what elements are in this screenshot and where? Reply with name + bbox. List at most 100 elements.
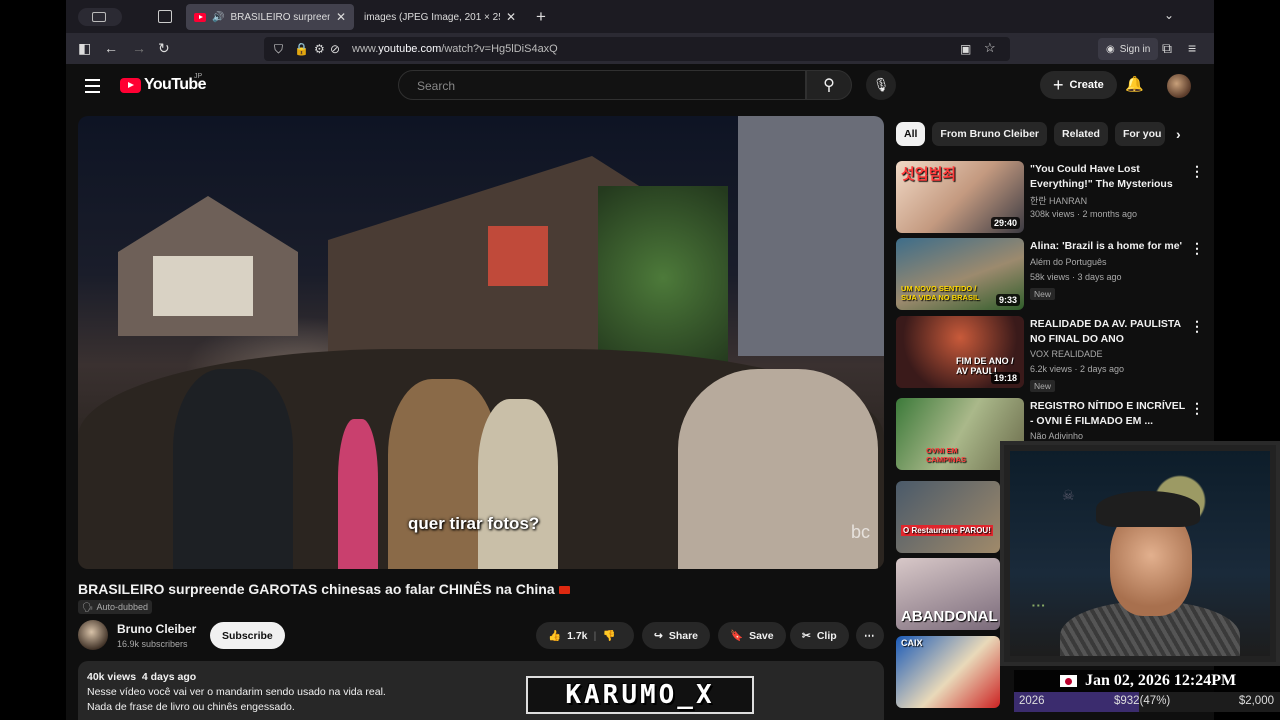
recommendation-item[interactable]: FIM DE ANO / AV PAULI 19:18 REALIDADE DA… [896,316,1204,392]
extensions-icon[interactable]: ⧉ [1162,40,1172,56]
guide-menu-icon[interactable] [85,79,100,97]
recommendation-item[interactable]: 섯업범죄 29:40 "You Could Have Lost Everythi… [896,161,1204,233]
goal-current: $932(47%) [1114,695,1171,707]
share-button[interactable]: ↪ Share [642,622,710,649]
bookmark-star-icon[interactable]: ☆ [984,40,996,56]
tab-manager-icon[interactable] [158,10,172,23]
more-vert-icon[interactable]: ⋮ [1190,164,1204,178]
chip-related[interactable]: Related [1054,122,1108,146]
new-tab-button[interactable]: + [536,7,546,27]
speaker-icon[interactable]: 🔊 [212,12,224,23]
shield-icon[interactable]: ⛉ [274,41,283,57]
notifications-bell-icon[interactable]: 🔔 [1125,75,1144,93]
chip-for-you[interactable]: For you [1114,122,1166,146]
recommendation-channel[interactable]: Além do Português [1030,257,1107,267]
new-badge: New [1030,288,1056,300]
camera-blocked-icon[interactable]: ⊘ [330,41,340,57]
like-icon[interactable]: 👍 [548,629,561,642]
more-vert-icon[interactable]: ⋮ [1190,319,1204,333]
clip-button[interactable]: ✂ Clip [790,622,849,649]
subscriber-count: 16.9k subscribers [117,639,188,649]
like-count[interactable]: 1.7k [567,630,587,642]
description-box[interactable]: 40k views 4 days ago Nesse vídeo você va… [78,661,884,720]
china-flag-icon [558,586,570,594]
sidebar-icon[interactable]: ◧ [78,40,91,56]
streamer-cap [1096,491,1200,527]
dislike-icon[interactable]: 👎 [602,629,615,642]
search-input[interactable]: Search [398,70,806,100]
video-thumbnail[interactable]: 섯업범죄 29:40 [896,161,1024,233]
duration-badge: 19:18 [990,372,1020,384]
tab-images[interactable]: images (JPEG Image, 201 × 251 pixels) ✕ [356,4,524,30]
address-bar[interactable]: ⛉ 🔒 ⚙ ⊘ www.youtube.com/watch?v=Hg5lDiS4… [264,37,1010,61]
close-tab-icon[interactable]: ✕ [506,10,516,24]
menu-icon[interactable]: ≡ [1188,40,1196,56]
tab-youtube[interactable]: 🔊 BRASILEIRO surpreende GAROTAS chinesas… [186,4,354,30]
channel-avatar[interactable] [78,620,108,650]
video-thumbnail[interactable]: ABANDONAL [896,558,1000,630]
recommendation-title[interactable]: REALIDADE DA AV. PAULISTA NO FINAL DO AN… [1030,317,1188,347]
chip-from-channel[interactable]: From Bruno Cleiber [932,122,1048,146]
recommendation-title[interactable]: "You Could Have Lost Everything!" The My… [1030,162,1188,192]
close-tab-icon[interactable]: ✕ [336,10,346,24]
video-thumbnail[interactable]: CAIX [896,636,1000,708]
recommendation-channel[interactable]: 한란 HANRAN [1030,194,1087,207]
picture-icon[interactable]: ▣ [960,41,971,57]
description-meta: 40k views 4 days ago [87,671,197,683]
streamer-logo-overlay: KARUMO_X [526,676,754,714]
more-vert-icon[interactable]: ⋮ [1190,401,1204,415]
video-thumbnail[interactable]: O Restaurante PAROU! [896,481,1000,553]
video-player[interactable]: quer tirar fotos? bc [78,116,884,569]
more-vert-icon[interactable]: ⋮ [1190,241,1204,255]
video-thumbnail[interactable]: UM NOVO SENTIDO / SUA VIDA NO BRASIL 9:3… [896,238,1024,310]
chip-all[interactable]: All [896,122,926,146]
tab-label: images (JPEG Image, 201 × 251 pixels) [364,11,500,23]
goal-year: 2026 [1019,695,1045,707]
tab-label: BRASILEIRO surpreende GAROTAS chinesas a… [230,11,329,23]
new-badge: New [1030,380,1056,392]
recommendation-meta: 6.2k views · 2 days ago [1030,364,1125,374]
back-arrow-icon[interactable]: ← [104,40,118,56]
channel-name[interactable]: Bruno Cleiber [117,622,196,636]
subscribe-button[interactable]: Subscribe [210,622,285,649]
decor-dots: ▪▪▪ [1032,601,1047,610]
lock-icon[interactable]: 🔒 [294,41,309,57]
dub-icon: 🗣 [82,601,94,612]
sidebar-toggle-button[interactable] [78,8,122,26]
person-dark-jacket [173,369,293,569]
video-subtitle: quer tirar fotos? [408,514,540,533]
tab-list-chevron-icon[interactable]: ⌄ [1164,8,1174,22]
sign-in-button[interactable]: ◉ Sign in [1098,38,1159,60]
like-dislike-group: 👍 1.7k | 👎 [536,622,634,649]
filter-chips: All From Bruno Cleiber Related For you [896,122,1166,146]
webcam-feed: ☠ ▪▪▪ [1010,451,1270,656]
reload-icon[interactable]: ↻ [158,40,170,56]
recommendation-channel[interactable]: Não Adivinho [1030,431,1083,441]
thumbnail-text: UM NOVO SENTIDO / SUA VIDA NO BRASIL [901,284,980,302]
thumbnail-text: 섯업범죄 [901,166,957,183]
permissions-icon[interactable]: ⚙ [314,41,325,57]
account-avatar[interactable] [1167,74,1191,98]
shop-sign [488,226,548,286]
search-button[interactable]: ⚲ [806,70,852,100]
bookmark-icon: 🔖 [730,630,744,642]
recommendation-title[interactable]: Alina: 'Brazil is a home for me' [1030,239,1188,254]
donation-goal-bar: 2026 $932(47%) $2,000 [1014,692,1280,712]
voice-search-button[interactable]: 🎙 [866,70,896,100]
recommendation-channel[interactable]: VOX REALIDADE [1030,349,1103,359]
japan-flag-icon [1060,675,1077,687]
create-label: Create [1069,79,1104,91]
video-thumbnail[interactable]: FIM DE ANO / AV PAULI 19:18 [896,316,1024,388]
youtube-logo[interactable]: YouTube [120,76,206,94]
building-right [738,116,884,356]
person-bucket-hat [678,369,878,569]
forward-arrow-icon[interactable]: → [132,40,146,56]
save-button[interactable]: 🔖 Save [718,622,786,649]
recommendation-meta: 58k views · 3 days ago [1030,272,1122,282]
recommendation-item[interactable]: UM NOVO SENTIDO / SUA VIDA NO BRASIL 9:3… [896,238,1204,310]
thumbnail-text: O Restaurante PAROU! [901,525,993,536]
recommendation-title[interactable]: REGISTRO NÍTIDO E INCRÍVEL - OVNI É FILM… [1030,399,1188,429]
more-actions-button[interactable]: ⋯ [856,622,884,649]
create-button[interactable]: + Create [1040,71,1117,99]
chevron-right-icon[interactable]: › [1176,126,1181,142]
